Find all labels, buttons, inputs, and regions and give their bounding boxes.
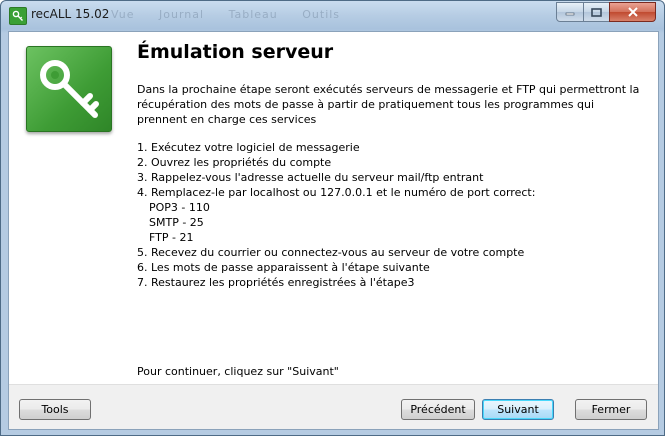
app-key-icon xyxy=(9,7,27,25)
wizard-page: Émulation serveur Dans la prochaine étap… xyxy=(9,32,658,384)
minimize-icon xyxy=(565,12,575,16)
wizard-client-area: Émulation serveur Dans la prochaine étap… xyxy=(8,31,659,430)
background-menu-ghost: Vue Journal Tableau Outils xyxy=(111,8,360,21)
instruction-step: 6. Les mots de passe apparaissent à l'ét… xyxy=(137,261,430,274)
close-button[interactable]: Fermer xyxy=(575,399,647,420)
page-description: Dans la prochaine étape seront exécutés … xyxy=(137,83,640,126)
instructions-list: 1. Exécutez votre logiciel de messagerie… xyxy=(137,140,637,290)
page-title: Émulation serveur xyxy=(137,41,334,63)
port-entry: SMTP - 25 xyxy=(149,216,204,229)
ghost-menu-item: Vue xyxy=(111,8,135,21)
tools-button[interactable]: Tools xyxy=(19,399,91,420)
title-bar[interactable]: recALL 15.02 Vue Journal Tableau Outils xyxy=(1,1,664,31)
instruction-step: 7. Restaurez les propriétés enregistrées… xyxy=(137,276,415,289)
key-icon xyxy=(26,46,112,132)
next-button[interactable]: Suivant xyxy=(482,399,554,420)
previous-button[interactable]: Précédent xyxy=(401,399,475,420)
port-entry: POP3 - 110 xyxy=(149,201,210,214)
close-window-button[interactable] xyxy=(609,2,656,22)
footer-divider xyxy=(9,384,658,385)
maximize-icon xyxy=(591,7,602,17)
close-icon xyxy=(627,7,638,17)
continue-hint: Pour continuer, cliquez sur "Suivant" xyxy=(137,365,339,378)
instruction-step: 5. Recevez du courrier ou connectez-vous… xyxy=(137,246,525,259)
instruction-step: 3. Rappelez-vous l'adresse actuelle du s… xyxy=(137,171,484,184)
ghost-menu-item: Outils xyxy=(302,8,341,21)
port-entry: FTP - 21 xyxy=(149,231,194,244)
instruction-step: 4. Remplacez-le par localhost ou 127.0.0… xyxy=(137,186,536,199)
window-title: recALL 15.02 xyxy=(31,7,110,21)
minimize-button[interactable] xyxy=(556,2,584,22)
ghost-menu-item: Journal xyxy=(159,8,205,21)
ghost-menu-item: Tableau xyxy=(228,8,278,21)
app-window: recALL 15.02 Vue Journal Tableau Outils xyxy=(0,0,665,436)
instruction-step: 1. Exécutez votre logiciel de messagerie xyxy=(137,141,360,154)
instruction-step: 2. Ouvrez les propriétés du compte xyxy=(137,156,332,169)
maximize-button[interactable] xyxy=(583,2,610,22)
